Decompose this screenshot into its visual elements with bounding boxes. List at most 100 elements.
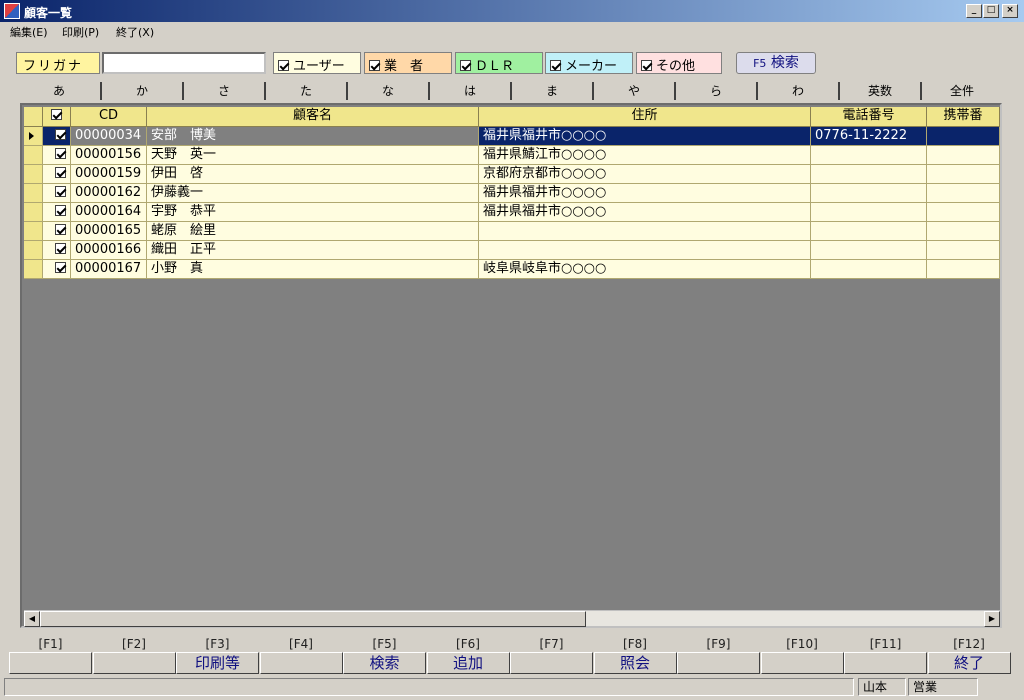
cell-cd[interactable]: 00000162 xyxy=(71,184,147,203)
cell-mobile[interactable] xyxy=(927,222,1000,241)
scroll-left-icon[interactable]: ◀ xyxy=(24,611,40,627)
tab-wa[interactable]: わ xyxy=(758,82,840,100)
cell-phone[interactable] xyxy=(811,241,927,260)
fkey-button-9[interactable] xyxy=(677,652,760,674)
checkbox-icon[interactable] xyxy=(460,60,471,71)
checkbox-icon[interactable] xyxy=(55,129,66,140)
cell-mobile[interactable] xyxy=(927,146,1000,165)
cell-name[interactable]: 伊藤義一 xyxy=(147,184,479,203)
row-header[interactable] xyxy=(24,222,43,241)
cell-phone[interactable] xyxy=(811,165,927,184)
tab-sa[interactable]: さ xyxy=(184,82,266,100)
tab-ya[interactable]: や xyxy=(594,82,676,100)
fkey-button-12[interactable]: 終了 xyxy=(927,652,1011,674)
row-checkbox[interactable] xyxy=(43,146,71,165)
row-header[interactable] xyxy=(24,165,43,184)
row-checkbox[interactable] xyxy=(43,222,71,241)
fkey-button-4[interactable] xyxy=(259,652,343,674)
maximize-button[interactable]: □ xyxy=(983,4,999,18)
cell-address[interactable]: 京都府京都市○○○○ xyxy=(479,165,811,184)
cell-name[interactable]: 伊田 啓 xyxy=(147,165,479,184)
cell-name[interactable]: 小野 真 xyxy=(147,260,479,279)
cell-mobile[interactable] xyxy=(927,260,1000,279)
cell-mobile[interactable] xyxy=(927,127,1000,146)
cell-cd[interactable]: 00000167 xyxy=(71,260,147,279)
cell-phone[interactable] xyxy=(811,260,927,279)
row-checkbox[interactable] xyxy=(43,260,71,279)
select-all-checkbox[interactable] xyxy=(43,107,71,127)
cell-cd[interactable]: 00000165 xyxy=(71,222,147,241)
cell-phone[interactable] xyxy=(811,222,927,241)
checkbox-icon[interactable] xyxy=(641,60,652,71)
menu-edit[interactable]: 編集(E) xyxy=(10,24,48,40)
row-checkbox[interactable] xyxy=(43,203,71,222)
tab-all[interactable]: 全件 xyxy=(922,82,1002,100)
cell-cd[interactable]: 00000156 xyxy=(71,146,147,165)
row-header[interactable] xyxy=(24,203,43,222)
close-button[interactable]: × xyxy=(1002,4,1018,18)
fkey-button-5[interactable]: 検索 xyxy=(343,652,426,674)
fkey-button-1[interactable] xyxy=(9,652,92,674)
cell-address[interactable]: 福井県鯖江市○○○○ xyxy=(479,146,811,165)
cell-name[interactable]: 宇野 恭平 xyxy=(147,203,479,222)
dlr-checkbox[interactable]: ＤＬＲ xyxy=(455,52,543,74)
cell-name[interactable]: 安部 博美 xyxy=(147,127,479,146)
cell-cd[interactable]: 00000166 xyxy=(71,241,147,260)
row-header[interactable] xyxy=(24,127,43,146)
row-header[interactable] xyxy=(24,260,43,279)
checkbox-icon[interactable] xyxy=(55,148,66,159)
cell-phone[interactable] xyxy=(811,184,927,203)
checkbox-icon[interactable] xyxy=(550,60,561,71)
cell-address[interactable]: 岐阜県岐阜市○○○○ xyxy=(479,260,811,279)
fkey-button-10[interactable] xyxy=(760,652,844,674)
minimize-button[interactable]: _ xyxy=(966,4,982,18)
cell-address[interactable]: 福井県福井市○○○○ xyxy=(479,127,811,146)
cell-phone[interactable] xyxy=(811,203,927,222)
tab-ra[interactable]: ら xyxy=(676,82,758,100)
checkbox-icon[interactable] xyxy=(55,186,66,197)
row-header[interactable] xyxy=(24,241,43,260)
cell-mobile[interactable] xyxy=(927,165,1000,184)
checkbox-icon[interactable] xyxy=(55,243,66,254)
cell-phone[interactable]: 0776-11-2222 xyxy=(811,127,927,146)
cell-mobile[interactable] xyxy=(927,203,1000,222)
tab-ma[interactable]: ま xyxy=(512,82,594,100)
user-checkbox[interactable]: ユーザー xyxy=(273,52,361,74)
cell-cd[interactable]: 00000034 xyxy=(71,127,147,146)
row-checkbox[interactable] xyxy=(43,127,71,146)
fkey-button-8[interactable]: 照会 xyxy=(593,652,677,674)
fkey-button-2[interactable] xyxy=(92,652,176,674)
tab-ka[interactable]: か xyxy=(102,82,184,100)
row-checkbox[interactable] xyxy=(43,241,71,260)
horizontal-scrollbar[interactable]: ◀ ▶ xyxy=(24,610,1000,627)
cell-phone[interactable] xyxy=(811,146,927,165)
dealer-checkbox[interactable]: 業 者 xyxy=(364,52,452,74)
checkbox-icon[interactable] xyxy=(369,60,380,71)
column-header-address[interactable]: 住所 xyxy=(479,107,811,127)
cell-address[interactable] xyxy=(479,222,811,241)
search-button[interactable]: F5 検索 xyxy=(736,52,816,74)
row-header[interactable] xyxy=(24,184,43,203)
cell-name[interactable]: 天野 英一 xyxy=(147,146,479,165)
cell-mobile[interactable] xyxy=(927,184,1000,203)
column-header-cd[interactable]: CD xyxy=(71,107,147,127)
menu-exit[interactable]: 終了(X) xyxy=(116,24,154,40)
column-header-mobile[interactable]: 携帯番 xyxy=(927,107,1000,127)
row-header[interactable] xyxy=(24,146,43,165)
scroll-right-icon[interactable]: ▶ xyxy=(984,611,1000,627)
cell-name[interactable]: 織田 正平 xyxy=(147,241,479,260)
cell-mobile[interactable] xyxy=(927,241,1000,260)
column-header-phone[interactable]: 電話番号 xyxy=(811,107,927,127)
column-header-name[interactable]: 顧客名 xyxy=(147,107,479,127)
furigana-input[interactable] xyxy=(102,52,266,74)
checkbox-icon[interactable] xyxy=(55,224,66,235)
cell-address[interactable] xyxy=(479,241,811,260)
fkey-button-11[interactable] xyxy=(844,652,927,674)
maker-checkbox[interactable]: メーカー xyxy=(545,52,633,74)
cell-cd[interactable]: 00000164 xyxy=(71,203,147,222)
tab-a[interactable]: あ xyxy=(18,82,102,100)
cell-address[interactable]: 福井県福井市○○○○ xyxy=(479,203,811,222)
fkey-button-6[interactable]: 追加 xyxy=(426,652,510,674)
app-icon[interactable] xyxy=(4,3,20,19)
cell-cd[interactable]: 00000159 xyxy=(71,165,147,184)
